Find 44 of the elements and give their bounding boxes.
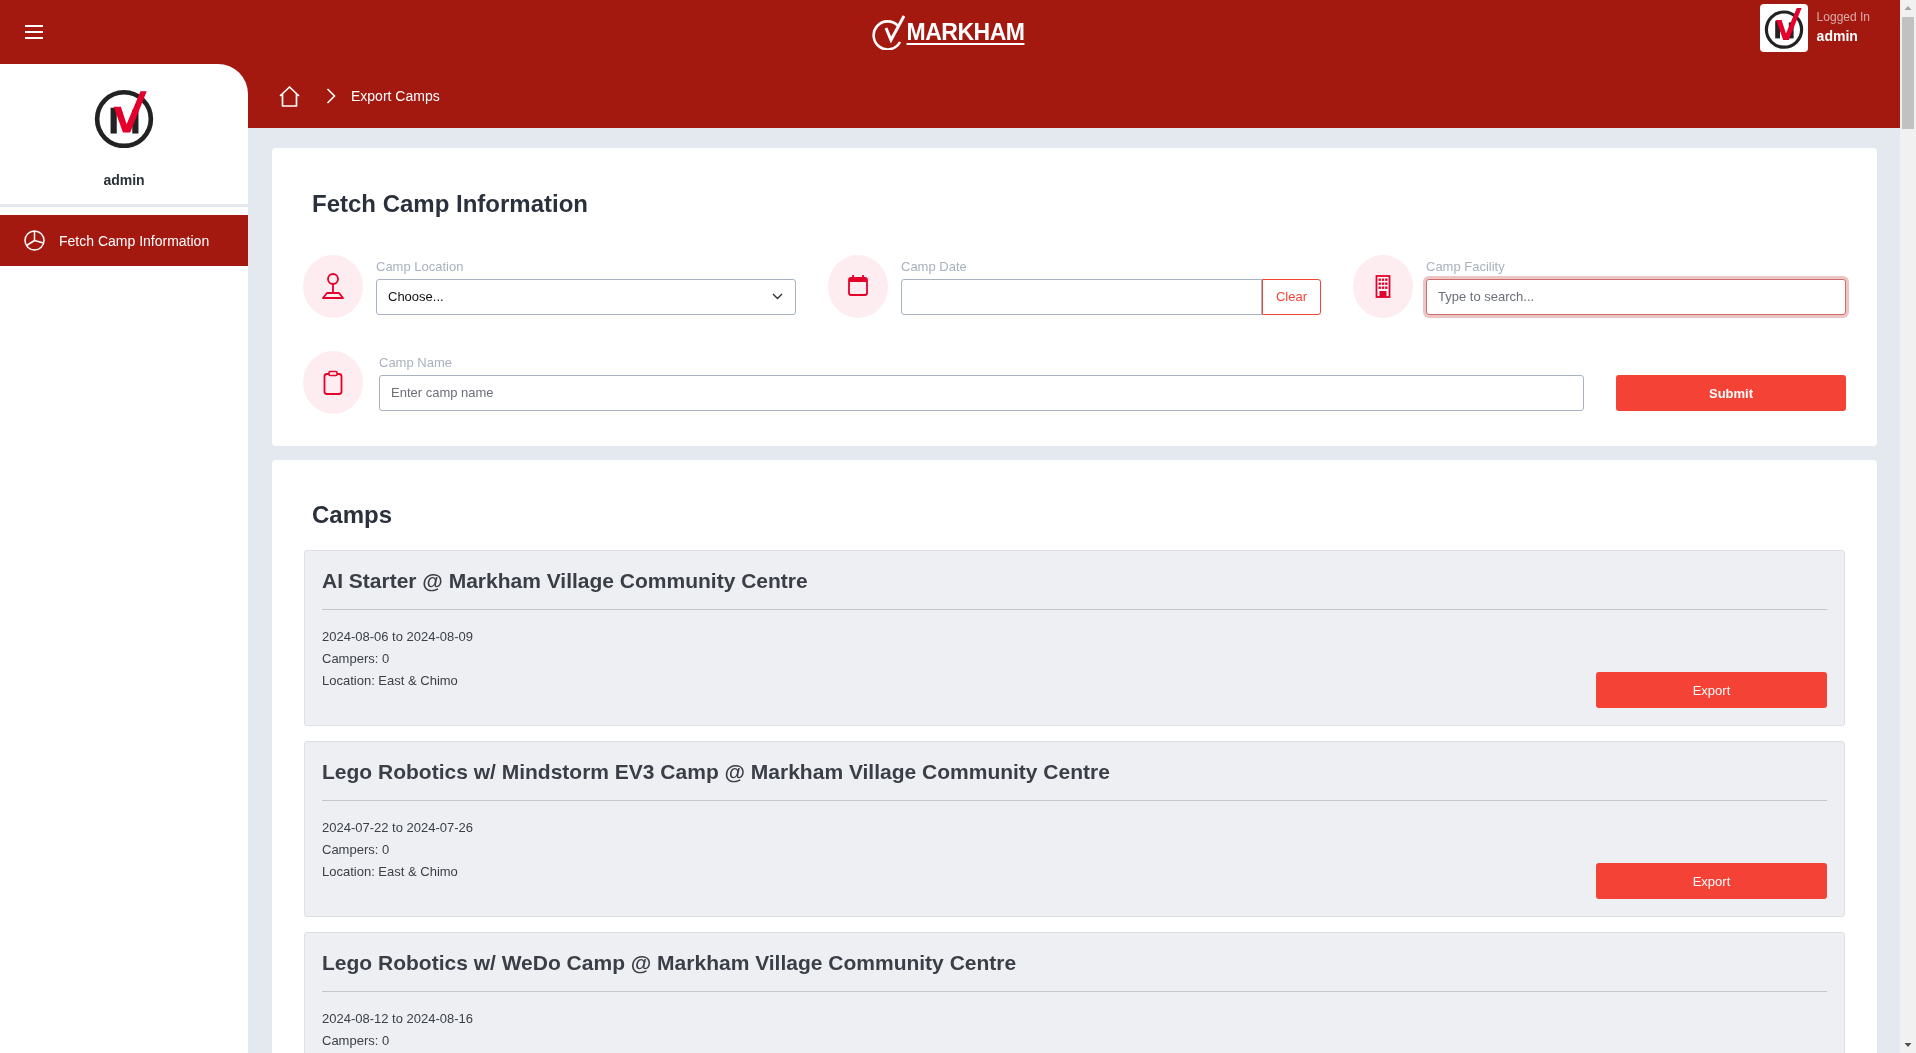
scrollbar-thumb[interactable] bbox=[1902, 17, 1914, 129]
camp-location: Location: East & Chimo bbox=[322, 863, 458, 881]
sidebar-item[interactable]: Fetch Camp Information bbox=[0, 215, 248, 266]
camp-title: AI Starter @ Markham Village Community Centre bbox=[322, 568, 808, 594]
camp-campers: Campers: 0 bbox=[322, 650, 390, 668]
camp-dates: 2024-08-12 to 2024-08-16 bbox=[322, 1010, 474, 1028]
camp-title: Lego Robotics w/ Mindstorm EV3 Camp @ Markham Village Community Centre bbox=[322, 759, 1110, 785]
submit-button[interactable]: Submit bbox=[1616, 375, 1846, 411]
sidebar-user-name: admin bbox=[103, 171, 145, 190]
export-button[interactable]: Export bbox=[1596, 863, 1827, 899]
breadcrumb-link[interactable]: Export Camps bbox=[351, 88, 440, 104]
brand-name: MARKHAM bbox=[906, 18, 1025, 46]
camp-title: Lego Robotics w/ WeDo Camp @ Markham Village Community Centre bbox=[322, 950, 1017, 976]
ring-check-logo-icon bbox=[870, 14, 905, 50]
camp-campers: Campers: 0 bbox=[322, 1032, 390, 1050]
calendar-icon bbox=[828, 255, 888, 318]
clear-button[interactable]: Clear bbox=[1262, 278, 1321, 315]
facility-search-field[interactable]: Type to search... bbox=[1426, 278, 1846, 315]
scrollbar[interactable] bbox=[1900, 0, 1916, 1053]
home-icon[interactable] bbox=[278, 85, 301, 107]
export-button[interactable]: Export bbox=[1596, 672, 1827, 708]
field-label: Camp Location bbox=[376, 258, 464, 275]
chevron-down-icon bbox=[772, 293, 783, 300]
card-title: Fetch Camp Information bbox=[312, 189, 588, 219]
building-icon bbox=[1353, 255, 1413, 318]
map-pin-icon bbox=[303, 255, 363, 318]
pie-chart-icon bbox=[24, 230, 45, 251]
camp-campers: Campers: 0 bbox=[322, 841, 390, 859]
user-name: admin bbox=[1816, 27, 1858, 46]
field-label: Camp Facility bbox=[1426, 258, 1505, 275]
login-status: Logged In bbox=[1816, 9, 1870, 26]
location-select[interactable]: Choose... bbox=[376, 278, 796, 315]
camp-dates: 2024-08-06 to 2024-08-09 bbox=[322, 628, 474, 646]
camp-name-field[interactable]: Enter camp name bbox=[379, 374, 1584, 411]
date-field[interactable] bbox=[901, 278, 1262, 315]
avatar-logo-icon bbox=[1759, 4, 1808, 52]
chevron-right-icon bbox=[326, 88, 336, 104]
field-label: Camp Date bbox=[901, 258, 967, 275]
field-label: Camp Name bbox=[379, 354, 452, 371]
clipboard-icon bbox=[303, 351, 363, 414]
camp-dates: 2024-07-22 to 2024-07-26 bbox=[322, 819, 474, 837]
camp-location: Location: East & Chimo bbox=[322, 672, 458, 690]
card-title: Camps bbox=[312, 500, 393, 530]
menu-icon[interactable] bbox=[25, 25, 43, 39]
